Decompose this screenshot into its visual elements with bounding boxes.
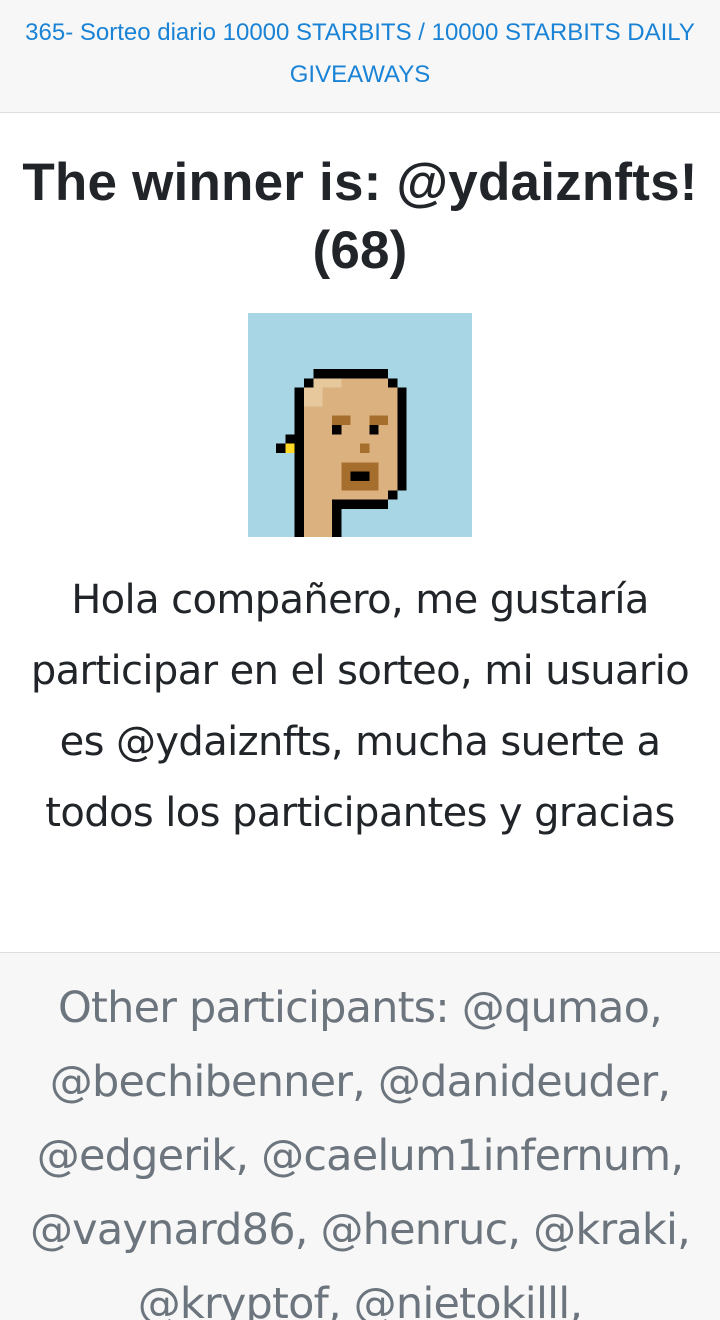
pixel-punk-avatar-icon xyxy=(248,313,472,537)
winner-section: The winner is: @ydaiznfts! (68) Hola com… xyxy=(0,149,720,849)
winner-message: Hola compañero, me gustaría participar e… xyxy=(30,577,690,836)
winner-title: The winner is: @ydaiznfts! (68) xyxy=(22,153,698,280)
page: 365- Sorteo diario 10000 STARBITS / 1000… xyxy=(0,0,720,1320)
header-bar: 365- Sorteo diario 10000 STARBITS / 1000… xyxy=(0,0,720,113)
avatar-container xyxy=(14,313,706,537)
giveaway-title-link[interactable]: 365- Sorteo diario 10000 STARBITS / 1000… xyxy=(16,12,704,96)
participants-list: Other participants: @qumao, @bechibenner… xyxy=(29,983,691,1320)
participants-section: Other participants: @qumao, @bechibenner… xyxy=(0,952,720,1320)
